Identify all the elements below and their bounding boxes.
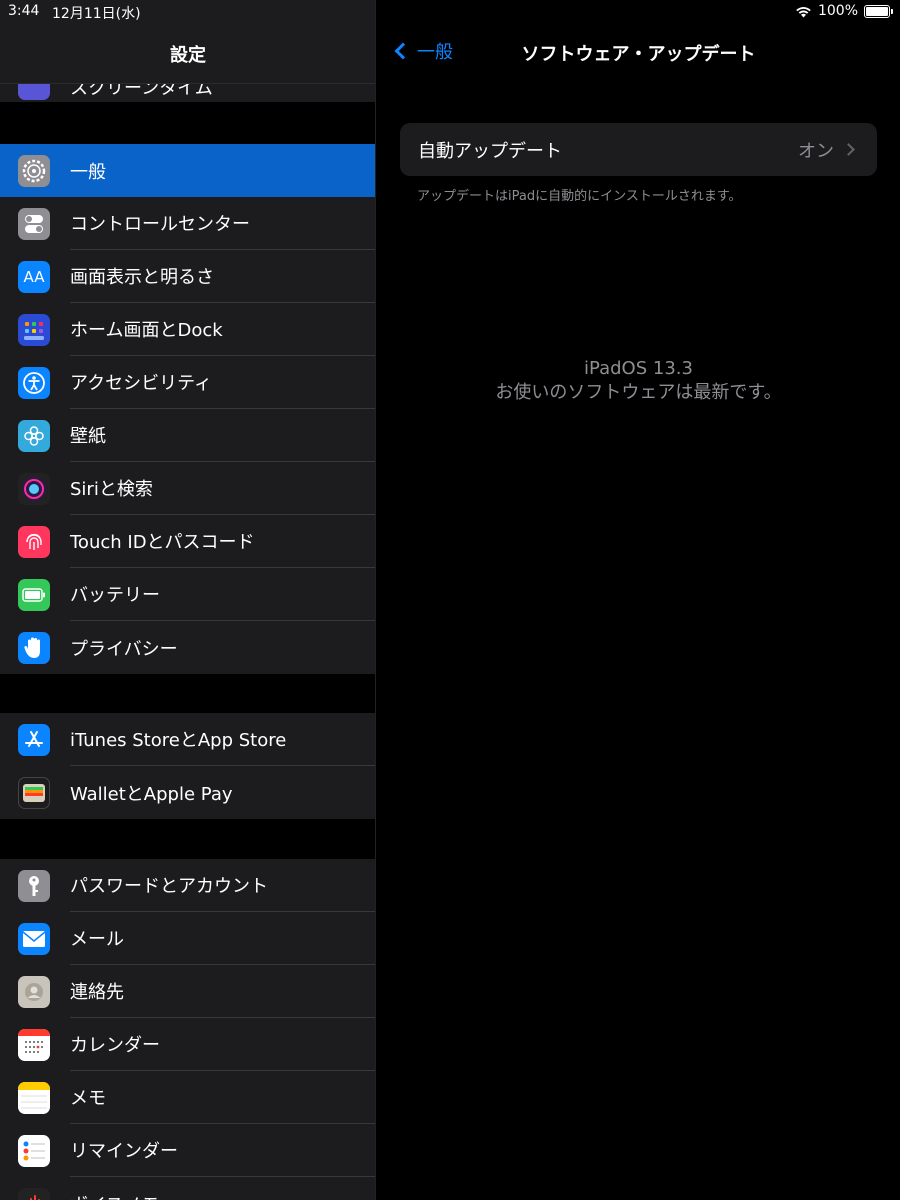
sidebar-item-app-store[interactable]: iTunes StoreとApp Store bbox=[0, 713, 375, 766]
sidebar-item-battery[interactable]: バッテリー bbox=[0, 568, 375, 621]
wallet-icon bbox=[18, 776, 50, 809]
sidebar-item-label: メモ bbox=[70, 1071, 375, 1124]
sidebar-item-label: 一般 bbox=[70, 161, 106, 183]
status-right: 100% bbox=[795, 3, 893, 19]
detail-navbar: 一般 ソフトウェア・アップデート bbox=[377, 24, 900, 80]
sidebar-item-label: スクリーンタイム bbox=[70, 84, 213, 99]
toggles-icon bbox=[18, 207, 50, 240]
sidebar-item-label: リマインダー bbox=[70, 1124, 375, 1177]
sidebar-item-label: 画面表示と明るさ bbox=[70, 250, 375, 303]
auto-update-row[interactable]: 自動アップデート オン bbox=[400, 123, 877, 176]
sidebar-item-label: ボイスメモ bbox=[70, 1177, 375, 1200]
gear-icon bbox=[18, 154, 50, 187]
sidebar-item-home-screen[interactable]: ホーム画面とDock bbox=[0, 303, 375, 356]
sidebar: 設定 スクリーンタイム 一般 コントロールセンター AA 画面表示と明るさ ホー… bbox=[0, 0, 376, 1200]
mail-icon bbox=[18, 922, 50, 955]
text-size-icon: AA bbox=[18, 260, 50, 293]
sidebar-item-wallet[interactable]: WalletとApple Pay bbox=[0, 766, 375, 819]
reminders-icon bbox=[18, 1134, 50, 1167]
page-title: ソフトウェア・アップデート bbox=[521, 44, 756, 65]
sidebar-item-reminders[interactable]: リマインダー bbox=[0, 1124, 375, 1177]
sidebar-item-privacy[interactable]: プライバシー bbox=[0, 621, 375, 674]
auto-update-footnote: アップデートはiPadに自動的にインストールされます。 bbox=[417, 189, 742, 204]
sidebar-item-label: WalletとApple Pay bbox=[70, 783, 233, 805]
sidebar-item-voice-memos[interactable]: ボイスメモ bbox=[0, 1177, 375, 1200]
sidebar-item-siri[interactable]: Siriと検索 bbox=[0, 462, 375, 515]
auto-update-value: オン bbox=[798, 140, 834, 162]
battery-percent: 100% bbox=[817, 3, 858, 19]
siri-icon bbox=[18, 472, 50, 505]
home-grid-icon bbox=[18, 313, 50, 346]
update-status-message: お使いのソフトウェアは最新です。 bbox=[495, 382, 782, 403]
key-icon bbox=[18, 869, 50, 902]
sidebar-item-label: アクセシビリティ bbox=[70, 356, 375, 409]
status-time: 3:44 bbox=[8, 3, 40, 19]
sidebar-item-mail[interactable]: メール bbox=[0, 912, 375, 965]
sidebar-item-label: カレンダー bbox=[70, 1018, 375, 1071]
voice-memo-icon bbox=[18, 1187, 50, 1200]
auto-update-label: 自動アップデート bbox=[418, 140, 562, 162]
flower-icon bbox=[18, 419, 50, 452]
version-info: iPadOS 13.3 お使いのソフトウェアは最新です。 bbox=[377, 357, 900, 405]
sidebar-item-label: メール bbox=[70, 912, 375, 965]
sidebar-group-2: iTunes StoreとApp Store WalletとApple Pay bbox=[0, 713, 375, 819]
accessibility-icon bbox=[18, 366, 50, 399]
sidebar-item-label: ホーム画面とDock bbox=[70, 303, 375, 356]
sidebar-item-label: パスワードとアカウント bbox=[70, 859, 375, 912]
sidebar-item-label: Touch IDとパスコード bbox=[70, 515, 375, 568]
sidebar-item-accessibility[interactable]: アクセシビリティ bbox=[0, 356, 375, 409]
contacts-icon bbox=[18, 975, 50, 1008]
sidebar-item-touch-id[interactable]: Touch IDとパスコード bbox=[0, 515, 375, 568]
sidebar-item-label: iTunes StoreとApp Store bbox=[70, 713, 375, 766]
wifi-icon bbox=[796, 6, 811, 17]
sidebar-item-label: バッテリー bbox=[70, 568, 375, 621]
sidebar-item-calendar[interactable]: カレンダー bbox=[0, 1018, 375, 1071]
chevron-right-icon bbox=[842, 143, 855, 156]
battery-icon bbox=[18, 578, 50, 611]
sidebar-item-display[interactable]: AA 画面表示と明るさ bbox=[0, 250, 375, 303]
sidebar-item-label: 連絡先 bbox=[70, 965, 375, 1018]
hourglass-icon bbox=[18, 84, 50, 100]
app-store-icon bbox=[18, 723, 50, 756]
sidebar-item-wallpaper[interactable]: 壁紙 bbox=[0, 409, 375, 462]
status-bar: 3:44 12月11日(水) 100% bbox=[0, 0, 900, 24]
sidebar-item-contacts[interactable]: 連絡先 bbox=[0, 965, 375, 1018]
sidebar-item-label: 壁紙 bbox=[70, 409, 375, 462]
sidebar-group-3: パスワードとアカウント メール 連絡先 カレンダー メモ リマインダー bbox=[0, 859, 375, 1200]
hand-icon bbox=[18, 631, 50, 664]
sidebar-item-notes[interactable]: メモ bbox=[0, 1071, 375, 1124]
sidebar-item-label: コントロールセンター bbox=[70, 197, 375, 250]
fingerprint-icon bbox=[18, 525, 50, 558]
sidebar-item-control-center[interactable]: コントロールセンター bbox=[0, 197, 375, 250]
sidebar-item-screen-time[interactable]: スクリーンタイム bbox=[0, 84, 375, 102]
notes-icon bbox=[18, 1081, 50, 1114]
status-date: 12月11日(水) bbox=[52, 6, 141, 22]
sidebar-item-general[interactable]: 一般 bbox=[0, 144, 375, 197]
os-version: iPadOS 13.3 bbox=[584, 358, 693, 379]
sidebar-item-passwords[interactable]: パスワードとアカウント bbox=[0, 859, 375, 912]
sidebar-title: 設定 bbox=[170, 45, 206, 66]
sidebar-item-label: プライバシー bbox=[70, 638, 178, 660]
calendar-icon bbox=[18, 1028, 50, 1061]
battery-icon bbox=[864, 4, 893, 18]
sidebar-item-label: Siriと検索 bbox=[70, 462, 375, 515]
sidebar-group-1: 一般 コントロールセンター AA 画面表示と明るさ ホーム画面とDock アクセ… bbox=[0, 144, 375, 674]
